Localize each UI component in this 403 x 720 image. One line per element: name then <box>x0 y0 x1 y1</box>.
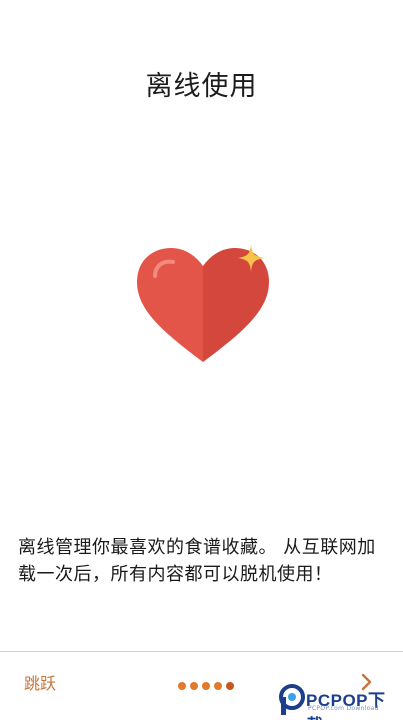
page-dot <box>202 682 210 690</box>
pcpop-logo-icon <box>279 684 305 715</box>
feature-description: 离线管理你最喜欢的食谱收藏。 从互联网加载一次后，所有内容都可以脱机使用！ <box>18 537 376 585</box>
page-title: 离线使用 <box>145 71 258 102</box>
heart-icon <box>137 244 269 362</box>
page-indicator <box>178 682 234 690</box>
watermark: PCPOP下载 PCPOP.com Download <box>278 683 400 720</box>
heart-illustration <box>133 240 273 370</box>
watermark-subtitle: PCPOP.com Download <box>308 705 379 712</box>
skip-button[interactable]: 跳跃 <box>24 670 56 694</box>
page-dot <box>190 682 198 690</box>
page-dot-active <box>226 682 234 690</box>
watermark-brand: PCPOP下载 <box>306 691 386 720</box>
onboarding-screen: 离线使用 离线管理你最喜欢的食谱收藏。 从互联网加载一次后，所有内容都可以脱机使… <box>0 0 403 720</box>
footer-divider <box>0 651 403 652</box>
page-dot <box>178 682 186 690</box>
page-dot <box>214 682 222 690</box>
